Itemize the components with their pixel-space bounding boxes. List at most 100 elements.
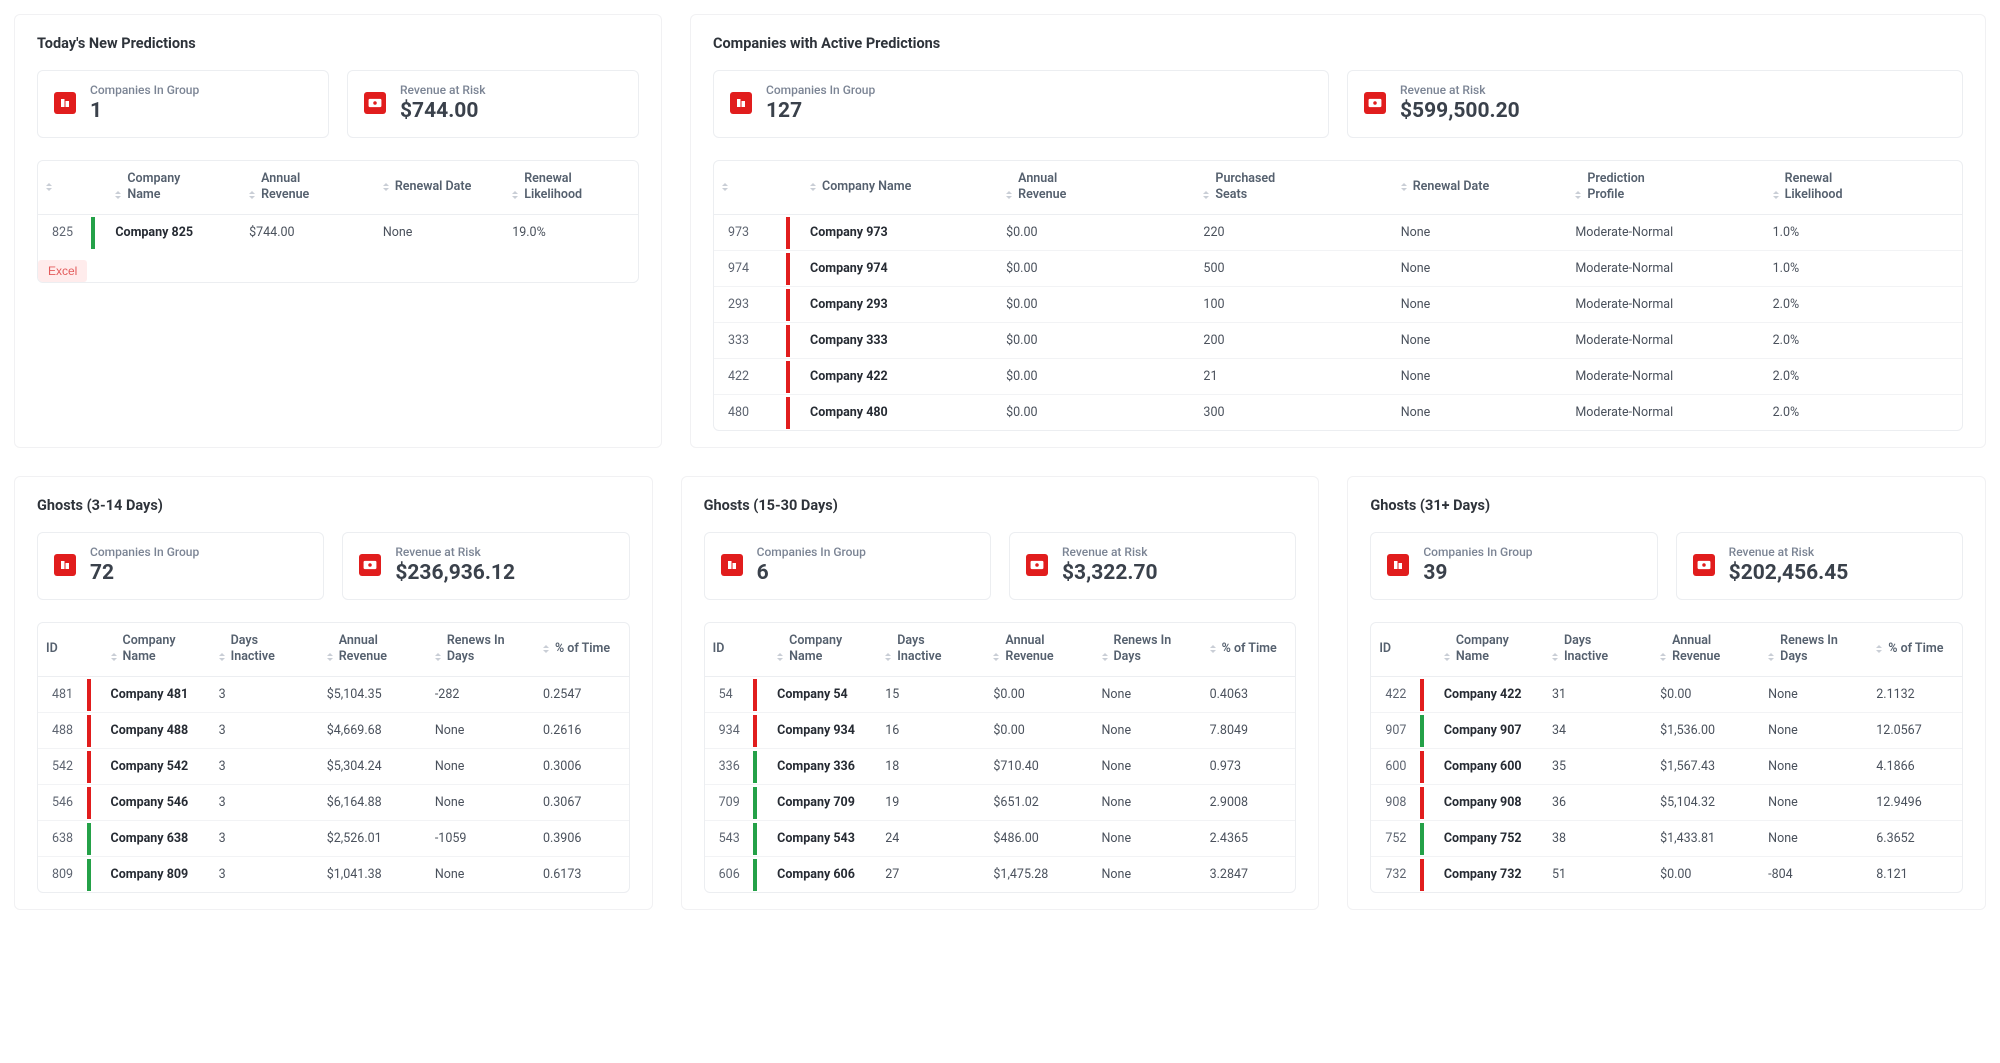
table-row[interactable]: 422Company 42231$0.00None2.1132: [1371, 677, 1962, 713]
table-row[interactable]: 480Company 480$0.00300NoneModerate-Norma…: [714, 395, 1962, 431]
col-likelihood[interactable]: Renewal Likelihood: [1765, 161, 1962, 215]
risk-bar: [786, 287, 802, 323]
col-company[interactable]: Company Name: [103, 623, 211, 677]
table-row[interactable]: 543Company 54324$486.00None2.4365: [705, 821, 1296, 857]
cell-company: Company 542: [103, 749, 211, 785]
col-days-inactive[interactable]: Days Inactive: [1544, 623, 1652, 677]
cell-id: 54: [705, 677, 754, 713]
col-pct-time[interactable]: % of Time: [1202, 623, 1296, 677]
col-seats[interactable]: Purchased Seats: [1195, 161, 1392, 215]
cell-revenue: $0.00: [985, 713, 1093, 749]
cell-revenue: $0.00: [998, 287, 1195, 323]
table-row[interactable]: 752Company 75238$1,433.81None6.3652: [1371, 821, 1962, 857]
table-row[interactable]: 709Company 70919$651.02None2.9008: [705, 785, 1296, 821]
col-id[interactable]: ID: [1371, 623, 1420, 677]
cell-profile: Moderate-Normal: [1567, 395, 1764, 431]
table-row[interactable]: 907Company 90734$1,536.00None12.0567: [1371, 713, 1962, 749]
panel-title: Ghosts (3-14 Days): [37, 497, 630, 514]
col-company[interactable]: Company Name: [107, 161, 241, 215]
table-row[interactable]: 488Company 4883$4,669.68None0.2616: [38, 713, 629, 749]
cell-id: 542: [38, 749, 87, 785]
col-revenue[interactable]: Annual Revenue: [319, 623, 427, 677]
col-days-inactive[interactable]: Days Inactive: [211, 623, 319, 677]
excel-button[interactable]: Excel: [38, 260, 87, 282]
risk-bar: [786, 251, 802, 287]
cell-id: 480: [714, 395, 786, 431]
cell-id: 336: [705, 749, 754, 785]
panel-title-today: Today's New Predictions: [37, 35, 639, 52]
cell-seats: 220: [1195, 215, 1392, 251]
risk-bar: [87, 749, 103, 785]
col-company[interactable]: Company Name: [802, 161, 998, 215]
cell-profile: Moderate-Normal: [1567, 251, 1764, 287]
cell-pct-time: 4.1866: [1868, 749, 1962, 785]
table-row[interactable]: 333Company 333$0.00200NoneModerate-Norma…: [714, 323, 1962, 359]
table-row[interactable]: 809Company 8093$1,041.38None0.6173: [38, 857, 629, 893]
cell-seats: 500: [1195, 251, 1392, 287]
table-row[interactable]: 542Company 5423$5,304.24None0.3006: [38, 749, 629, 785]
col-renews-in[interactable]: Renews In Days: [1094, 623, 1202, 677]
table-row[interactable]: 481Company 4813$5,104.35-2820.2547: [38, 677, 629, 713]
panel-ghosts-3-14: Ghosts (3-14 Days) Companies In Group 72…: [14, 476, 653, 910]
table-row[interactable]: 293Company 293$0.00100NoneModerate-Norma…: [714, 287, 1962, 323]
col-profile[interactable]: Prediction Profile: [1567, 161, 1764, 215]
cell-pct-time: 12.9496: [1868, 785, 1962, 821]
cell-days-inactive: 27: [877, 857, 985, 893]
table-row[interactable]: 606Company 60627$1,475.28None3.2847: [705, 857, 1296, 893]
table-row[interactable]: 336Company 33618$710.40None0.973: [705, 749, 1296, 785]
col-pct-time[interactable]: % of Time: [535, 623, 629, 677]
table-today: Company Name Annual Revenue Renewal Date…: [38, 161, 638, 250]
cell-revenue: $1,433.81: [1652, 821, 1760, 857]
col-revenue[interactable]: Annual Revenue: [241, 161, 375, 215]
col-likelihood[interactable]: Renewal Likelihood: [504, 161, 638, 215]
table-row[interactable]: 732Company 73251$0.00-8048.121: [1371, 857, 1962, 893]
stat-revenue: Revenue at Risk $202,456.45: [1676, 532, 1963, 600]
table-row[interactable]: 973Company 973$0.00220NoneModerate-Norma…: [714, 215, 1962, 251]
col-renews-in[interactable]: Renews In Days: [1760, 623, 1868, 677]
col-renews-in[interactable]: Renews In Days: [427, 623, 535, 677]
col-renewal-date[interactable]: Renewal Date: [1393, 161, 1568, 215]
table-row[interactable]: 600Company 60035$1,567.43None4.1866: [1371, 749, 1962, 785]
col-pct-time[interactable]: % of Time: [1868, 623, 1962, 677]
cell-id: 546: [38, 785, 87, 821]
stat-value: $202,456.45: [1729, 561, 1849, 585]
stat-value: $3,322.70: [1062, 561, 1158, 585]
cell-renews-in: None: [1760, 785, 1868, 821]
table-row[interactable]: 422Company 422$0.0021NoneModerate-Normal…: [714, 359, 1962, 395]
cell-renews-in: None: [427, 785, 535, 821]
col-company[interactable]: Company Name: [1436, 623, 1544, 677]
cell-pct-time: 0.3006: [535, 749, 629, 785]
cell-id: 732: [1371, 857, 1420, 893]
cell-company: Company 422: [802, 359, 998, 395]
col-days-inactive[interactable]: Days Inactive: [877, 623, 985, 677]
cell-revenue: $710.40: [985, 749, 1093, 785]
cell-renews-in: None: [427, 857, 535, 893]
risk-bar: [1420, 677, 1436, 713]
col-revenue[interactable]: Annual Revenue: [998, 161, 1195, 215]
stat-revenue-active: Revenue at Risk $599,500.20: [1347, 70, 1963, 138]
cell-renewal-date: None: [1393, 359, 1568, 395]
col-id[interactable]: ID: [705, 623, 754, 677]
col-revenue[interactable]: Annual Revenue: [1652, 623, 1760, 677]
table-row[interactable]: 934Company 93416$0.00None7.8049: [705, 713, 1296, 749]
stat-revenue-today: Revenue at Risk $744.00: [347, 70, 639, 138]
col-id[interactable]: ID: [38, 623, 87, 677]
col-id[interactable]: [38, 161, 91, 215]
col-company[interactable]: Company Name: [769, 623, 877, 677]
table-row[interactable]: 54Company 5415$0.00None0.4063: [705, 677, 1296, 713]
cell-renewal-date: None: [1393, 251, 1568, 287]
table-row[interactable]: 546Company 5463$6,164.88None0.3067: [38, 785, 629, 821]
col-id[interactable]: [714, 161, 786, 215]
risk-bar: [786, 323, 802, 359]
col-renewal-date[interactable]: Renewal Date: [375, 161, 504, 215]
table-row[interactable]: 908Company 90836$5,104.32None12.9496: [1371, 785, 1962, 821]
col-revenue[interactable]: Annual Revenue: [985, 623, 1093, 677]
table-row[interactable]: 825Company 825$744.00None19.0%: [38, 215, 638, 251]
cell-company: Company 974: [802, 251, 998, 287]
cell-id: 973: [714, 215, 786, 251]
table-row[interactable]: 974Company 974$0.00500NoneModerate-Norma…: [714, 251, 1962, 287]
table-row[interactable]: 638Company 6383$2,526.01-10590.3906: [38, 821, 629, 857]
cell-pct-time: 0.3906: [535, 821, 629, 857]
table-ghosts-15-30: ID Company Name Days Inactive Annual Rev…: [705, 623, 1296, 892]
cell-revenue: $744.00: [241, 215, 375, 251]
